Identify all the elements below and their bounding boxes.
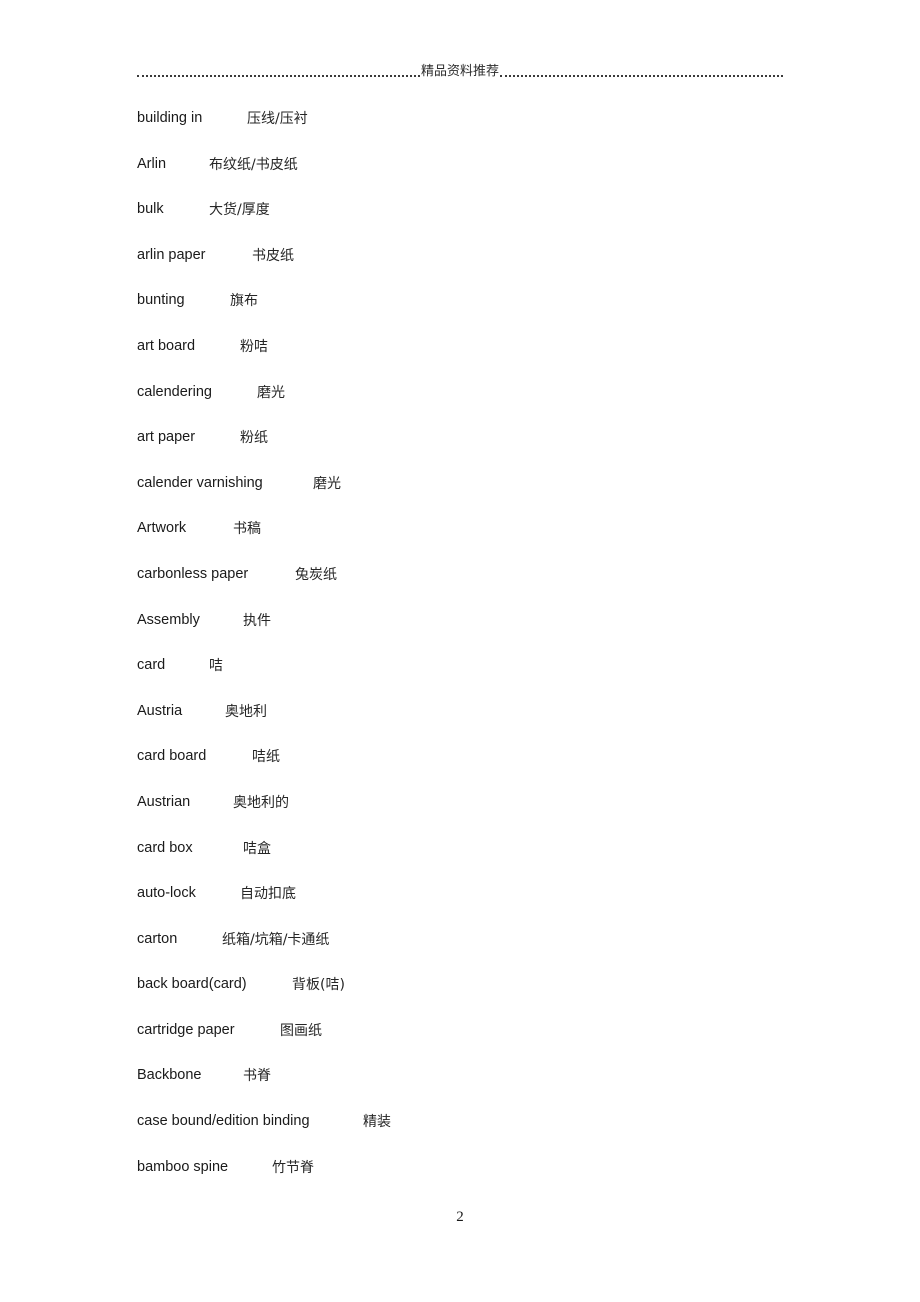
glossary-term: art paper [137,429,196,446]
glossary-translation: 粉纸 [240,430,268,447]
glossary-translation: 奥地利 [225,703,267,720]
glossary-term: Austrian [137,793,191,810]
glossary-row: building in 压线/压衬 [0,108,920,154]
glossary-row: Backbone 书脊 [0,1065,920,1111]
glossary-term: back board(card) [137,976,247,993]
glossary-translation: 书稿 [233,521,261,538]
glossary-row: Artwork 书稿 [0,518,920,564]
glossary-row: card board 咭纸 [0,746,920,792]
glossary-row: card box 咭盒 [0,838,920,884]
glossary-translation: 咭 [209,658,223,675]
glossary-term: auto-lock [137,885,196,902]
glossary-row: case bound/edition binding 精装 [0,1111,920,1157]
glossary-row: art paper 粉纸 [0,427,920,473]
glossary-row: art board 粉咭 [0,336,920,382]
glossary-term: Arlin [137,155,167,172]
glossary-translation: 书皮纸 [252,247,294,264]
page-header: 精品资料推荐 [137,58,784,84]
glossary-translation: 咭纸 [252,749,280,766]
glossary-translation: 纸箱/坑箱/卡通纸 [222,931,330,948]
glossary-term: arlin paper [137,246,206,263]
glossary-term: Austria [137,702,183,719]
header-left-dotted-rule [137,74,420,77]
glossary-row: calender varnishing 磨光 [0,473,920,519]
glossary-term: Backbone [137,1067,202,1084]
glossary-term: bunting [137,292,185,309]
glossary-term: carton [137,930,178,947]
page-footer: 2 [0,1208,920,1226]
glossary-term: case bound/edition binding [137,1113,310,1130]
glossary-term: bulk [137,201,164,218]
glossary-translation: 书脊 [243,1068,271,1085]
glossary-row: back board(card) 背板(咭) [0,974,920,1020]
glossary-translation: 粉咭 [240,338,268,355]
glossary-translation: 布纹纸/书皮纸 [209,156,298,173]
glossary-term: card board [137,748,207,765]
glossary-row: Arlin 布纹纸/书皮纸 [0,154,920,200]
glossary-row: calendering 磨光 [0,382,920,428]
glossary-translation: 奥地利的 [233,794,289,811]
glossary-translation: 旗布 [230,293,258,310]
glossary-term: carbonless paper [137,565,249,582]
glossary-translation: 大货/厚度 [209,202,270,219]
page-number: 2 [456,1209,464,1225]
glossary-translation: 兔炭纸 [295,566,337,583]
glossary-term: bamboo spine [137,1158,229,1175]
header-right-dotted-rule [500,74,784,77]
header-watermark-text: 精品资料推荐 [421,63,500,79]
glossary-translation: 咭盒 [243,840,271,857]
glossary-translation: 图画纸 [280,1022,322,1039]
glossary-term: Artwork [137,520,187,537]
glossary-term: Assembly [137,611,200,628]
glossary-translation: 背板(咭) [292,977,345,994]
glossary-translation: 执件 [243,612,271,629]
glossary-term: card box [137,839,193,856]
glossary-translation: 磨光 [313,475,341,492]
glossary-translation: 精装 [363,1114,391,1131]
glossary-row: auto-lock 自动扣底 [0,883,920,929]
glossary-row: Austria 奥地利 [0,701,920,747]
document-page: 精品资料推荐 building in 压线/压衬 Arlin 布纹纸/书皮纸 bulk 大… [0,0,920,1302]
glossary-row: arlin paper 书皮纸 [0,245,920,291]
glossary-row: bamboo spine 竹节脊 [0,1157,920,1203]
glossary-term: building in [137,110,203,126]
glossary-term: calender varnishing [137,474,263,491]
glossary-term: card [137,657,166,674]
glossary-translation: 磨光 [257,384,285,401]
glossary-row: carbonless paper 兔炭纸 [0,564,920,610]
glossary-row: cartridge paper 图画纸 [0,1020,920,1066]
glossary-row: Assembly 执件 [0,610,920,656]
glossary-translation: 竹节脊 [272,1159,314,1176]
glossary-row: bunting 旗布 [0,290,920,336]
glossary-row: card 咭 [0,655,920,701]
glossary-term: art board [137,337,196,354]
glossary-translation: 压线/压衬 [247,111,308,127]
glossary-row: carton 纸箱/坑箱/卡通纸 [0,929,920,975]
glossary-term: cartridge paper [137,1021,235,1038]
glossary-row: bulk 大货/厚度 [0,199,920,245]
glossary-translation: 自动扣底 [240,886,296,903]
glossary-list: building in 压线/压衬 Arlin 布纹纸/书皮纸 bulk 大货/厚度 arl… [0,108,920,1202]
glossary-row: Austrian 奥地利的 [0,792,920,838]
glossary-term: calendering [137,383,212,400]
